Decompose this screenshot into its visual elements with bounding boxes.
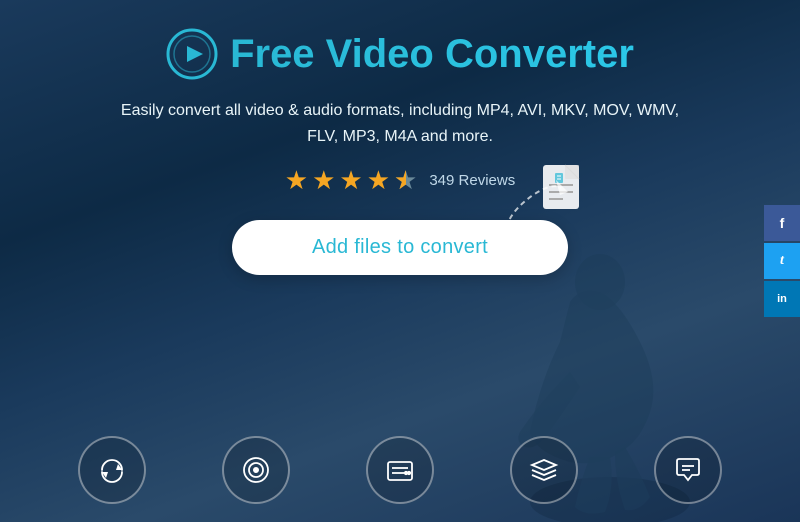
- convert-button[interactable]: [78, 436, 146, 504]
- chat-button[interactable]: [654, 436, 722, 504]
- twitter-button[interactable]: t: [764, 243, 800, 279]
- logo-icon: [166, 28, 218, 80]
- linkedin-button[interactable]: in: [764, 281, 800, 317]
- layers-button[interactable]: [510, 436, 578, 504]
- facebook-button[interactable]: f: [764, 205, 800, 241]
- star-1: ★: [285, 165, 308, 196]
- disc-icon: [240, 454, 272, 486]
- star-3: ★: [339, 165, 362, 196]
- star-2: ★: [312, 165, 335, 196]
- linkedin-icon: in: [777, 293, 787, 305]
- chat-icon: [672, 454, 704, 486]
- drop-area: Add files to convert: [232, 220, 568, 275]
- app-subtitle: Easily convert all video & audio formats…: [110, 98, 690, 149]
- main-content: Free Video Converter Easily convert all …: [0, 0, 800, 285]
- app-header: Free Video Converter: [166, 28, 634, 80]
- disc-button[interactable]: [222, 436, 290, 504]
- convert-icon: [96, 454, 128, 486]
- star-4: ★: [367, 165, 390, 196]
- facebook-icon: f: [780, 215, 785, 231]
- subtitle-button[interactable]: [366, 436, 434, 504]
- add-files-button[interactable]: Add files to convert: [232, 220, 568, 275]
- app-title: Free Video Converter: [230, 32, 634, 77]
- twitter-icon: t: [780, 253, 784, 269]
- subtitle-icon: [384, 454, 416, 486]
- bottom-toolbar: [0, 436, 800, 504]
- star-5: ★ ★: [394, 165, 417, 196]
- layers-icon: [528, 454, 560, 486]
- social-sidebar: f t in: [764, 205, 800, 317]
